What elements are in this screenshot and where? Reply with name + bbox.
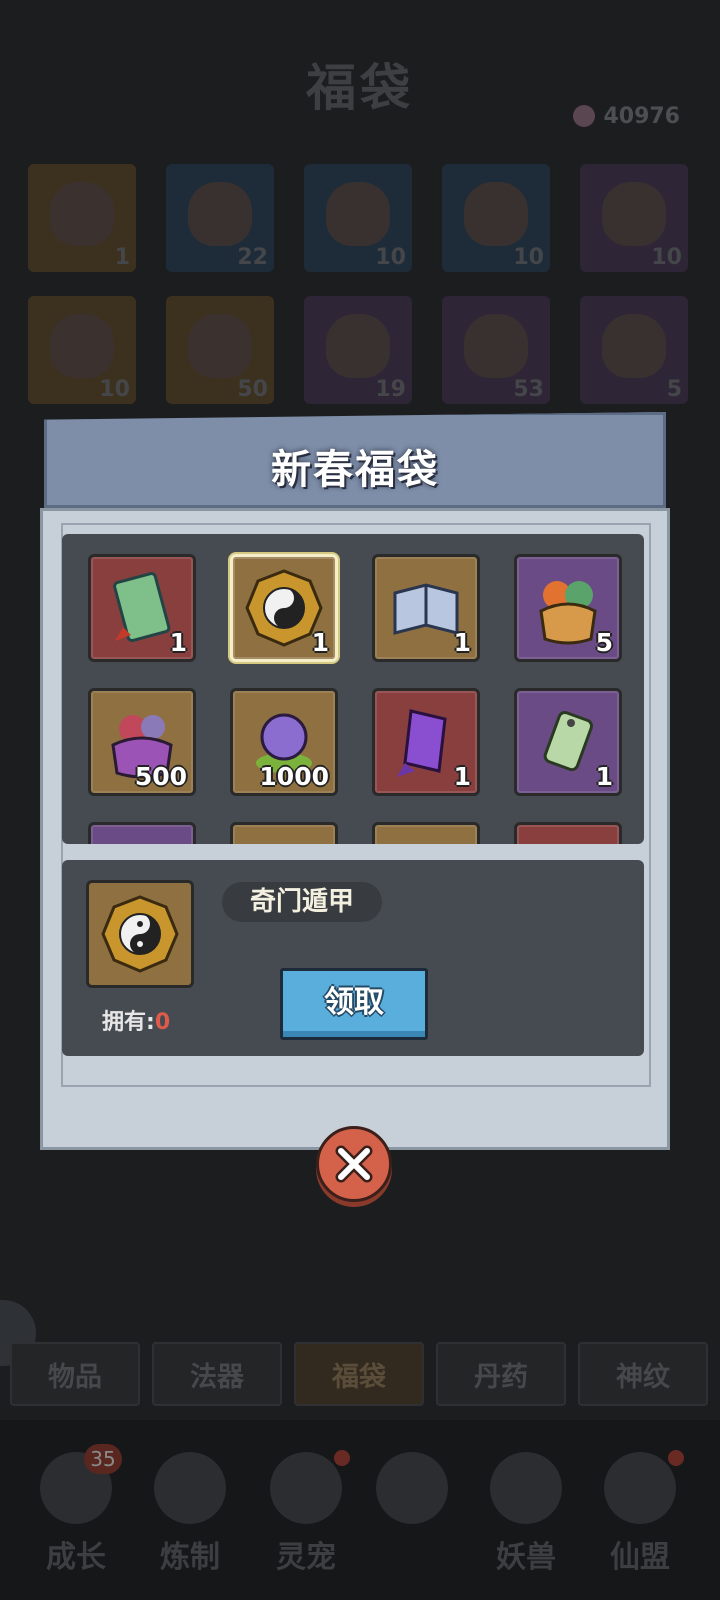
nav-item-3[interactable]: 灵宠 xyxy=(256,1450,356,1575)
inventory-slot[interactable]: 1 xyxy=(28,164,136,272)
currency-display: 40976 xyxy=(573,100,680,132)
nav-label: 仙盟 xyxy=(610,1540,670,1575)
slot-count: 10 xyxy=(375,245,406,270)
owned-label: 拥有: xyxy=(102,1010,155,1035)
selected-item-name: 奇门遁甲 xyxy=(222,882,382,922)
reward-count: 5 xyxy=(595,628,613,657)
inventory-slot[interactable]: 53 xyxy=(442,296,550,404)
nav-item-2[interactable]: 炼制 xyxy=(140,1452,240,1575)
reward-item[interactable]: 1 xyxy=(514,688,622,796)
selected-item-icon xyxy=(86,880,194,988)
inventory-slot[interactable]: 50 xyxy=(166,296,274,404)
reward-item[interactable] xyxy=(230,822,338,844)
reward-count: 1 xyxy=(169,628,187,657)
slot-count: 1 xyxy=(114,245,130,270)
reward-count: 500 xyxy=(134,762,187,791)
slot-count: 10 xyxy=(99,377,130,402)
nav-label: 炼制 xyxy=(160,1540,220,1575)
inventory-slot[interactable]: 19 xyxy=(304,296,412,404)
currency-amount: 40976 xyxy=(603,103,680,129)
item-detail-panel: 拥有:0 奇门遁甲 领取 xyxy=(62,860,644,1056)
bag-icon xyxy=(602,314,666,378)
slot-count: 53 xyxy=(513,377,544,402)
inventory-slot[interactable]: 10 xyxy=(580,164,688,272)
owned-count: 拥有:0 xyxy=(102,1004,170,1036)
reward-item[interactable]: 1 xyxy=(230,554,338,662)
reward-count: 1 xyxy=(311,628,329,657)
slot-count: 5 xyxy=(666,377,682,402)
bag-icon xyxy=(50,182,114,246)
close-modal-button[interactable] xyxy=(316,1126,392,1202)
inventory-slot[interactable]: 22 xyxy=(166,164,274,272)
bag-icon xyxy=(188,182,252,246)
nav-item-6[interactable]: 仙盟 xyxy=(590,1450,690,1575)
reward-count: 1 xyxy=(453,628,471,657)
reward-item[interactable]: 1 xyxy=(372,688,480,796)
taiji-bagua-icon xyxy=(101,895,179,973)
bottom-nav: 成长 35 炼制 灵宠 妖兽 仙盟 xyxy=(0,1420,720,1600)
slot-count: 10 xyxy=(651,245,682,270)
owned-number: 0 xyxy=(154,1010,171,1035)
reward-item[interactable] xyxy=(88,822,196,844)
red-dot-icon xyxy=(334,1450,350,1466)
reward-list-panel[interactable]: 1 1 1 5 500 1000 1 1 xyxy=(62,534,644,844)
slot-count: 19 xyxy=(375,377,406,402)
nav-label: 成长 xyxy=(46,1540,106,1575)
spirit-stone-icon xyxy=(573,105,596,127)
inventory-slot[interactable]: 5 xyxy=(580,296,688,404)
slot-count: 22 xyxy=(237,245,268,270)
bag-icon xyxy=(602,182,666,246)
reward-item[interactable]: 1 xyxy=(372,554,480,662)
reward-item[interactable]: 1 xyxy=(88,554,196,662)
tab-5[interactable]: 神纹 xyxy=(578,1342,708,1406)
nav-icon xyxy=(154,1452,226,1524)
close-icon xyxy=(376,1452,448,1524)
tab-4[interactable]: 丹药 xyxy=(436,1342,566,1406)
nav-icon xyxy=(270,1452,342,1524)
reward-count: 1 xyxy=(595,762,613,791)
red-dot-icon xyxy=(668,1450,684,1466)
inventory-slot[interactable]: 10 xyxy=(442,164,550,272)
inventory-grid: 1 22 10 10 10 10 50 19 53 5 xyxy=(28,164,694,404)
bag-icon xyxy=(326,314,390,378)
slot-count: 10 xyxy=(513,245,544,270)
modal-title: 新春福袋 xyxy=(271,446,439,493)
category-tabs: 物品 法器 福袋 丹药 神纹 xyxy=(10,1342,710,1406)
reward-item[interactable] xyxy=(514,822,622,844)
bag-icon xyxy=(464,182,528,246)
nav-icon xyxy=(604,1452,676,1524)
bag-icon xyxy=(464,314,528,378)
modal-header: 新春福袋 xyxy=(44,412,666,508)
nav-item-5[interactable]: 妖兽 xyxy=(476,1452,576,1575)
reward-count: 1 xyxy=(453,762,471,791)
notification-badge: 35 xyxy=(84,1444,122,1474)
tab-2[interactable]: 法器 xyxy=(152,1342,282,1406)
reward-count: 1000 xyxy=(259,762,329,791)
reward-item[interactable]: 5 xyxy=(514,554,622,662)
nav-item-4[interactable] xyxy=(362,1452,462,1572)
nav-icon xyxy=(490,1452,562,1524)
close-icon xyxy=(335,1145,373,1183)
claim-button[interactable]: 领取 xyxy=(280,968,428,1040)
reward-item[interactable]: 1000 xyxy=(230,688,338,796)
bag-icon xyxy=(326,182,390,246)
slot-count: 50 xyxy=(237,377,268,402)
reward-item[interactable] xyxy=(372,822,480,844)
reward-grid: 1 1 1 5 500 1000 1 1 xyxy=(88,554,622,844)
nav-label: 妖兽 xyxy=(496,1540,556,1575)
nav-item-1[interactable]: 成长 35 xyxy=(26,1444,126,1575)
tab-3[interactable]: 福袋 xyxy=(294,1342,424,1406)
tab-1[interactable]: 物品 xyxy=(10,1342,140,1406)
reward-item[interactable]: 500 xyxy=(88,688,196,796)
nav-label: 灵宠 xyxy=(276,1540,336,1575)
inventory-slot[interactable]: 10 xyxy=(304,164,412,272)
bag-icon xyxy=(188,314,252,378)
inventory-slot[interactable]: 10 xyxy=(28,296,136,404)
bag-icon xyxy=(50,314,114,378)
